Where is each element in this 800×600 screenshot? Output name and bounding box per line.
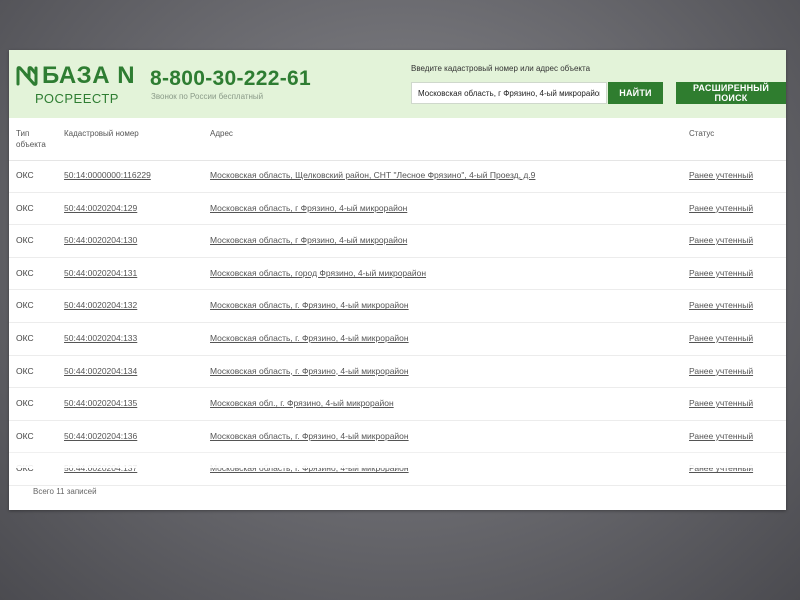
- site-header: БАЗА N РОСРЕЕСТР 8-800-30-222-61 Звонок …: [9, 50, 786, 118]
- logo-title: БАЗА N: [42, 62, 136, 89]
- cell-type: ОКС: [16, 267, 34, 278]
- records-count: Всего 11 записей: [33, 487, 97, 496]
- address-link[interactable]: Московская область, г. Фрязино, 4-ый мик…: [210, 366, 409, 376]
- logo-subtitle: РОСРЕЕСТР: [35, 91, 119, 106]
- address-link[interactable]: Московская область, г. Фрязино, 4-ый мик…: [210, 431, 409, 441]
- address-link[interactable]: Московская область, г Фрязино, 4-ый микр…: [210, 235, 407, 245]
- column-header-address[interactable]: Адрес: [210, 128, 233, 139]
- table-row: ОКС 50:44:0020204:129 Московская область…: [9, 193, 786, 226]
- table-row: ОКС 50:44:0020204:133 Московская область…: [9, 323, 786, 356]
- cell-type: ОКС: [16, 332, 34, 343]
- results-table-body: ОКС 50:14:0000000:116229 Московская обла…: [9, 160, 786, 486]
- column-header-type-line2: объекта: [16, 140, 46, 149]
- status-link[interactable]: Ранее учтенный: [689, 235, 753, 245]
- cell-type: ОКС: [16, 235, 34, 246]
- table-row: ОКС 50:44:0020204:131 Московская область…: [9, 258, 786, 291]
- status-link[interactable]: Ранее учтенный: [689, 170, 753, 180]
- app-window: БАЗА N РОСРЕЕСТР 8-800-30-222-61 Звонок …: [9, 50, 786, 510]
- status-link[interactable]: Ранее учтенный: [689, 300, 753, 310]
- cell-type: ОКС: [16, 398, 34, 409]
- status-link[interactable]: Ранее учтенный: [689, 431, 753, 441]
- table-row: ОКС 50:44:0020204:135 Московская обл., г…: [9, 388, 786, 421]
- advanced-search-button[interactable]: РАСШИРЕННЫЙ ПОИСК: [676, 82, 786, 104]
- find-button[interactable]: НАЙТИ: [608, 82, 663, 104]
- scroll-fade: [9, 448, 786, 468]
- table-row: ОКС 50:44:0020204:134 Московская область…: [9, 356, 786, 389]
- cell-type: ОКС: [16, 202, 34, 213]
- status-link[interactable]: Ранее учтенный: [689, 366, 753, 376]
- address-link[interactable]: Московская область, г Фрязино, 4-ый микр…: [210, 203, 407, 213]
- n-logo-icon: [16, 66, 38, 86]
- logo-title-row: БАЗА N: [16, 64, 135, 88]
- cell-type: ОКС: [16, 365, 34, 376]
- status-link[interactable]: Ранее учтенный: [689, 203, 753, 213]
- cell-type: ОКС: [16, 300, 34, 311]
- table-header: Тип объекта Кадастровый номер Адрес Стат…: [9, 118, 786, 161]
- column-header-status[interactable]: Статус: [689, 128, 714, 139]
- cadastral-link[interactable]: 50:44:0020204:133: [64, 333, 137, 343]
- cadastral-link[interactable]: 50:44:0020204:131: [64, 268, 137, 278]
- column-header-cadastral[interactable]: Кадастровый номер: [64, 128, 139, 139]
- table-row: ОКС 50:44:0020204:130 Московская область…: [9, 225, 786, 258]
- cadastral-link[interactable]: 50:44:0020204:135: [64, 398, 137, 408]
- cadastral-link[interactable]: 50:44:0020204:129: [64, 203, 137, 213]
- status-link[interactable]: Ранее учтенный: [689, 268, 753, 278]
- table-row: ОКС 50:44:0020204:132 Московская область…: [9, 290, 786, 323]
- address-link[interactable]: Московская область, г. Фрязино, 4-ый мик…: [210, 333, 409, 343]
- phone-number[interactable]: 8-800-30-222-61: [150, 67, 311, 91]
- cadastral-link[interactable]: 50:44:0020204:136: [64, 431, 137, 441]
- cadastral-link[interactable]: 50:44:0020204:134: [64, 366, 137, 376]
- address-link[interactable]: Московская область, город Фрязино, 4-ый …: [210, 268, 426, 278]
- status-link[interactable]: Ранее учтенный: [689, 398, 753, 408]
- status-link[interactable]: Ранее учтенный: [689, 333, 753, 343]
- cadastral-link[interactable]: 50:44:0020204:132: [64, 300, 137, 310]
- table-row: ОКС 50:14:0000000:116229 Московская обла…: [9, 160, 786, 193]
- cadastral-link[interactable]: 50:44:0020204:130: [64, 235, 137, 245]
- cadastral-link[interactable]: 50:14:0000000:116229: [64, 170, 151, 180]
- column-header-type[interactable]: Тип объекта: [16, 128, 46, 150]
- address-link[interactable]: Московская обл., г. Фрязино, 4-ый микрор…: [210, 398, 394, 408]
- search-input[interactable]: [411, 82, 607, 104]
- cell-type: ОКС: [16, 170, 34, 180]
- column-header-type-line1: Тип: [16, 129, 30, 138]
- search-label: Введите кадастровый номер или адрес объе…: [411, 64, 591, 73]
- site-logo[interactable]: БАЗА N РОСРЕЕСТР: [16, 64, 135, 106]
- address-link[interactable]: Московская область, г. Фрязино, 4-ый мик…: [210, 300, 409, 310]
- address-link[interactable]: Московская область, Щелковский район, СН…: [210, 170, 535, 180]
- phone-note: Звонок по России бесплатный: [151, 92, 264, 101]
